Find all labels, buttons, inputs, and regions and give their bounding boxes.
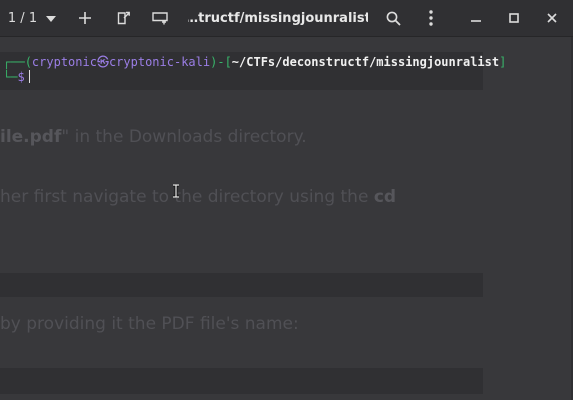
prompt-close-bracket: ]: [499, 55, 507, 69]
prompt-user-host: cryptonic㉿cryptonic-kali: [31, 55, 211, 69]
minimize-icon: [471, 13, 481, 23]
window-icon: [152, 11, 168, 25]
background-bold-command: cd: [373, 187, 397, 207]
terminal-view[interactable]: ile.pdf" in the Downloads directory. her…: [0, 37, 573, 400]
menu-button[interactable]: [418, 0, 444, 36]
prompt-dollar: $: [17, 70, 25, 84]
ibeam-cursor-icon: [172, 183, 180, 202]
prompt-open-bracket: [: [224, 55, 232, 69]
maximize-icon: [509, 13, 519, 23]
kebab-menu-icon: [429, 10, 433, 26]
detach-tab-button[interactable]: [110, 0, 136, 36]
prompt-path: ~/CTFs/deconstructf/missingjounralist: [231, 55, 500, 69]
prompt-dash: -: [217, 55, 225, 69]
open-window-button[interactable]: [147, 0, 173, 36]
background-text-line: by providing it the PDF file's name:: [0, 314, 299, 334]
background-text-fragment: her first navigate to the directory usin…: [0, 187, 374, 207]
terminal-window: 1 / 1 …tructf/missingjounralist ile.pdf"…: [0, 0, 573, 400]
background-bold-filename: ile.pdf: [0, 127, 62, 147]
close-icon: [547, 13, 557, 23]
plus-icon: [79, 12, 91, 24]
text-cursor: [28, 70, 30, 83]
tab-counter-label: 1 / 1: [7, 10, 38, 26]
tab-switcher[interactable]: 1 / 1: [0, 0, 64, 36]
prompt-corner-top: ┌──: [3, 55, 25, 69]
title-bar: 1 / 1 …tructf/missingjounralist: [0, 0, 573, 37]
background-code-block: [0, 368, 483, 394]
background-text-line: her first navigate to the directory usin…: [0, 187, 396, 207]
background-text-fragment: " in the Downloads directory.: [61, 127, 307, 147]
shell-prompt: ┌──(cryptonic㉿cryptonic-kali)-[~/CTFs/de…: [0, 52, 506, 90]
background-code-block: [0, 273, 483, 297]
prompt-line-1: ┌──(cryptonic㉿cryptonic-kali)-[~/CTFs/de…: [3, 55, 506, 70]
background-text-line: ile.pdf" in the Downloads directory.: [0, 127, 307, 147]
prompt-corner-bottom: └─: [3, 70, 18, 84]
prompt-open-paren: (: [24, 55, 32, 69]
close-button[interactable]: [539, 0, 565, 36]
search-icon: [386, 11, 401, 26]
search-button[interactable]: [380, 0, 406, 36]
detach-icon: [117, 11, 130, 25]
minimize-button[interactable]: [463, 0, 489, 36]
maximize-button[interactable]: [501, 0, 527, 36]
window-title: …tructf/missingjounralist: [188, 10, 368, 26]
new-tab-button[interactable]: [72, 0, 98, 36]
chevron-down-icon: [46, 11, 57, 26]
prompt-line-2: └─$: [3, 70, 30, 85]
